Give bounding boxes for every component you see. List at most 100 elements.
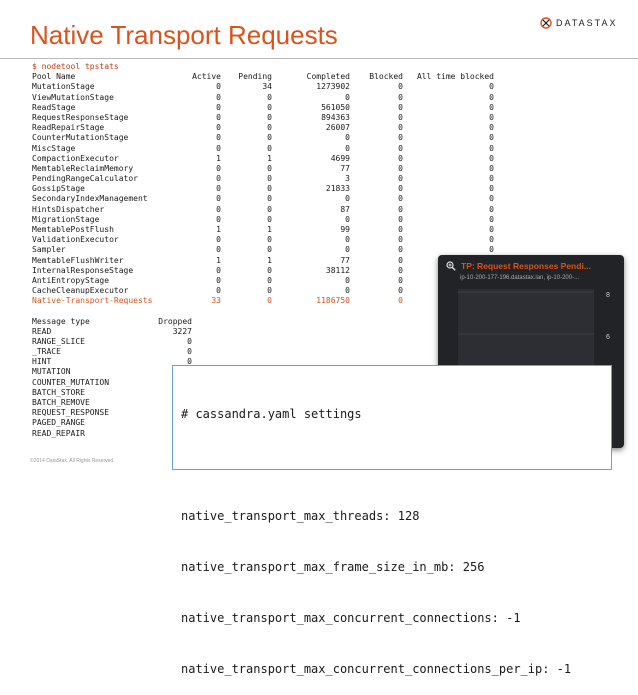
logo-text: DATASTAX [556,18,618,28]
table-cell: 0 [489,153,494,163]
code-line: native_transport_max_concurrent_connecti… [181,611,521,625]
table-cell: 0 [398,214,403,224]
table-cell: 38112 [325,265,350,275]
table-cell: 0 [345,133,350,143]
table-cell: 0 [267,143,272,153]
table-cell: 0 [489,92,494,102]
table-cell: 0 [398,235,403,245]
table-row: HintsDispatcher 0 0 87 0 0 [32,205,494,215]
table-cell: 0 [267,102,272,112]
table-cell: 1 [216,255,221,265]
table-cell: 0 [398,265,403,275]
popup-header: TP: Request Responses Pendi... [446,261,591,271]
table-cell: 0 [345,194,350,204]
table-cell: RANGE_SLICE [32,336,85,346]
header-dropped: Dropped [158,316,192,326]
table-cell: REQUEST_RESPONSE [32,408,110,418]
table-cell: 0 [267,275,272,285]
table-row: Native-Transport-Requests 33 0 1186750 0 [32,296,494,306]
table-cell: 0 [398,194,403,204]
table-cell: 1 [216,225,221,234]
table-cell: MigrationStage [32,214,100,224]
table-cell: 0 [398,174,403,184]
table-cell: 3227 [172,326,192,336]
table-cell: 0 [398,112,403,122]
datastax-logo: DATASTAX [540,17,618,29]
table-cell: 0 [398,102,403,112]
table-cell: 0 [267,265,272,275]
table-cell: 1 [267,153,272,163]
list-item: _TRACE 0 [32,347,494,357]
table-cell: ReadRepairStage [32,123,105,133]
code-line: native_transport_max_concurrent_connecti… [181,662,572,676]
table-cell: 0 [489,102,494,112]
table-row: MiscStage 0 0 0 0 0 [32,144,494,154]
table-cell: 0 [267,123,272,133]
header-all-time-blocked: All time blocked [416,72,494,82]
copyright-footer: ©2014 DataStax. All Rights Reserved. [30,458,115,464]
table-cell: 0 [187,336,192,346]
table-cell: 0 [216,112,221,122]
table-cell: 0 [398,245,403,255]
table-cell: 0 [216,184,221,194]
table-cell: CounterMutationStage [32,133,129,143]
table-cell: 0 [398,225,403,234]
table-cell: 0 [216,204,221,214]
table-cell: 0 [489,163,494,173]
table-cell: HINT [32,357,52,367]
table-cell: CompactionExecutor [32,153,119,163]
table-cell: 0 [398,184,403,194]
table-row: MigrationStage 0 0 0 0 0 [32,215,494,225]
table-cell: 0 [345,245,350,255]
table-cell: 0 [216,92,221,102]
table-cell: 0 [216,174,221,184]
table-cell: 34 [262,82,272,92]
table-cell: 99 [340,225,350,234]
table-cell: CacheCleanupExecutor [32,286,129,296]
table-cell: 0 [267,235,272,245]
list-item: RANGE_SLICE 0 [32,337,494,347]
table-cell: 0 [345,235,350,245]
table-cell: 0 [489,143,494,153]
table-cell: RequestResponseStage [32,112,129,122]
table-cell: AntiEntropyStage [32,275,110,285]
table-cell: 0 [489,82,494,92]
zoom-icon[interactable] [446,261,456,271]
table-row: MemtablePostFlush 1 1 99 0 0 [32,225,494,235]
table-cell: 0 [489,235,494,245]
table-cell: 21833 [325,184,350,194]
table-cell: 1 [267,225,272,234]
table-cell: 1 [216,153,221,163]
table-row: PendingRangeCalculator 0 0 3 0 0 [32,174,494,184]
table-row: ReadRepairStage 0 0 26007 0 0 [32,123,494,133]
table-cell: 561050 [321,102,350,112]
table-cell: 0 [216,245,221,255]
table-cell: 0 [187,347,192,357]
dropped-header-row: Message type Dropped [32,317,494,327]
table-row: AntiEntropyStage00000 [32,276,494,286]
header-pool-name: Pool Name [32,72,76,82]
table-cell: 0 [216,235,221,245]
table-cell: 0 [398,82,403,92]
terminal-command: $ nodetool tpstats [32,62,119,71]
table-cell: 1186750 [316,296,350,306]
table-cell: BATCH_STORE [32,387,85,397]
table-cell: MUTATION [32,367,71,377]
table-cell: MutationStage [32,82,95,92]
table-cell: 0 [398,92,403,102]
table-cell: 0 [489,214,494,224]
table-row: SecondaryIndexManagement 0 0 0 0 0 [32,194,494,204]
table-cell: 0 [489,174,494,184]
table-cell: 3 [345,174,350,184]
table-cell: MemtablePostFlush [32,225,114,234]
table-row: GossipStage 0 0 21833 0 0 [32,184,494,194]
header-blocked: Blocked [369,72,403,82]
table-cell: 0 [398,275,403,285]
table-row: MutationStage 0 34 1273902 0 0 [32,82,494,92]
table-cell: 0 [489,112,494,122]
table-cell: READ [32,326,52,336]
table-cell: COUNTER_MUTATION [32,377,110,387]
table-cell: 0 [267,112,272,122]
table-row: CounterMutationStage 0 0 0 0 0 [32,133,494,143]
